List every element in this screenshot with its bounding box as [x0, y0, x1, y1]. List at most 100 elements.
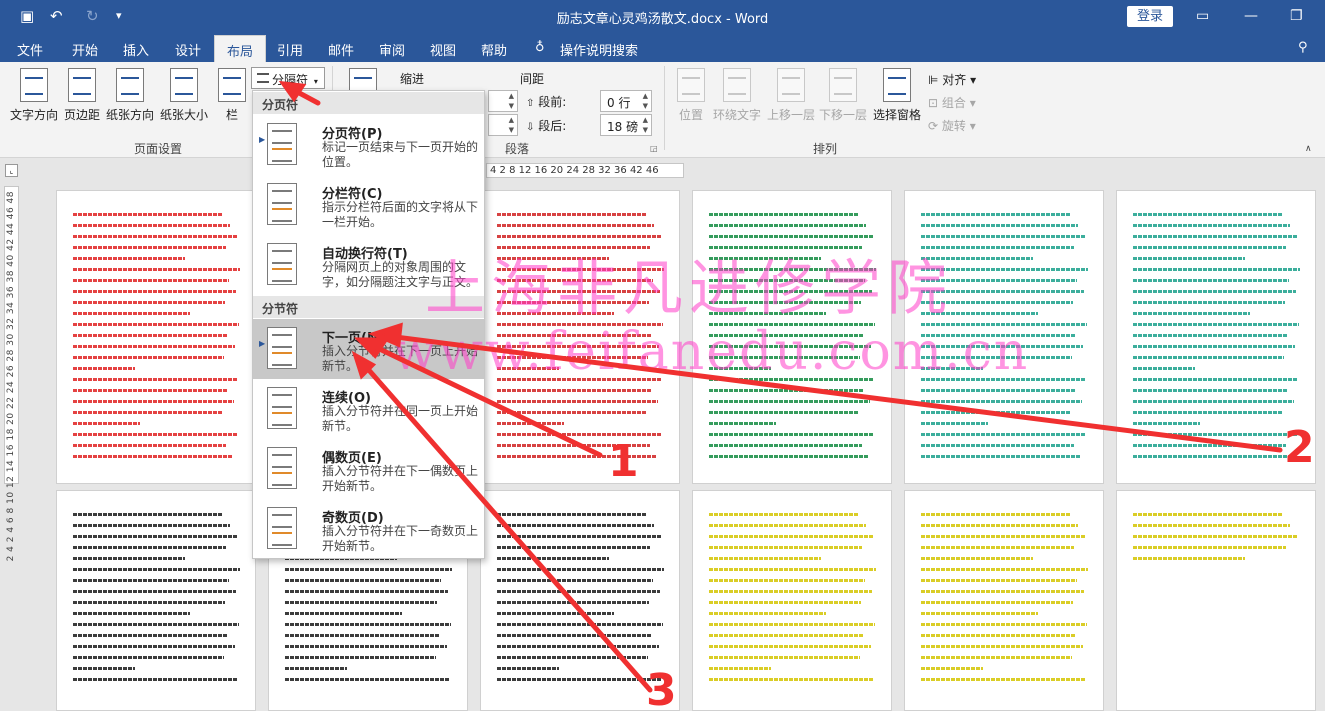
tab-help[interactable]: 帮助 [481, 40, 507, 59]
login-button[interactable]: 登录 [1127, 6, 1173, 27]
collapse-ribbon-icon[interactable]: ∧ [1305, 144, 1312, 154]
text-line [73, 601, 225, 604]
margins-icon [68, 68, 96, 102]
spacing-after-label: ⇩ 段后: [526, 119, 567, 133]
text-line [709, 235, 873, 238]
group-button[interactable]: ⊡ 组合 ▾ [928, 94, 976, 111]
tab-design[interactable]: 设计 [175, 40, 201, 59]
text-line [73, 678, 238, 681]
share-icon[interactable]: ⚲ [1298, 40, 1308, 55]
spacing-before-label: ⇧ 段前: [526, 95, 567, 109]
ribbon-layout: 文字方向 页边距 纸张方向 纸张大小 栏 分隔符 ▾ 页面设置 缩进 ▲ ▼ ▲ ▼… [0, 62, 1325, 158]
text-line [1133, 334, 1288, 337]
text-line [921, 389, 1075, 392]
next-page-icon [267, 327, 297, 369]
document-page[interactable] [692, 490, 892, 711]
document-page[interactable] [904, 490, 1104, 711]
selection-pane-button[interactable]: 选择窗格 [872, 68, 922, 123]
text-line [709, 513, 859, 516]
tab-selector-icon[interactable]: ⌞ [5, 164, 18, 177]
send-backward-button[interactable]: 下移一层 [818, 68, 868, 123]
wrap-text-button[interactable]: 环绕文字 [712, 68, 762, 123]
bring-forward-icon [777, 68, 805, 102]
text-line [709, 411, 859, 414]
tab-home[interactable]: 开始 [72, 40, 98, 59]
text-line [497, 612, 614, 615]
menu-item-odd-page[interactable]: 奇数页(D) 插入分节符并在下一奇数页上开始新节。 [253, 499, 484, 559]
tab-mailings[interactable]: 邮件 [328, 40, 354, 59]
text-line [285, 645, 447, 648]
text-line [921, 535, 1085, 538]
tab-insert[interactable]: 插入 [123, 40, 149, 59]
text-line [709, 444, 862, 447]
indent-label: 缩进 [400, 72, 425, 86]
text-line [497, 557, 609, 560]
restore-icon[interactable]: ❐ [1290, 8, 1303, 24]
tab-references[interactable]: 引用 [277, 40, 303, 59]
margins-button[interactable]: 页边距 [62, 68, 102, 123]
vertical-ruler[interactable]: 2 4 2 4 6 8 10 12 14 16 18 20 22 24 26 2… [4, 186, 19, 561]
document-page[interactable] [56, 490, 256, 711]
indent-right-spinner[interactable]: ▲ ▼ [488, 114, 518, 136]
text-line [1133, 279, 1289, 282]
align-button[interactable]: ⊫ 对齐 ▾ [928, 71, 976, 88]
align-icon: ⊫ [928, 73, 939, 87]
orientation-icon [116, 68, 144, 102]
spacing-before-input[interactable]: 0 行 ▲ ▼ [600, 90, 652, 112]
position-button[interactable]: 位置 [676, 68, 706, 123]
tell-me-search[interactable]: 操作说明搜索 [560, 40, 638, 59]
breaks-dropdown-button[interactable]: 分隔符 ▾ [251, 67, 325, 89]
text-line [1133, 213, 1283, 216]
text-line [709, 601, 861, 604]
bring-forward-button[interactable]: 上移一层 [766, 68, 816, 123]
menu-item-continuous[interactable]: 连续(O) 插入分节符并在同一页上开始新节。 [253, 379, 484, 439]
text-line [1133, 356, 1284, 359]
text-line [285, 568, 452, 571]
paragraph-dialog-launcher-icon[interactable]: ◲ [650, 144, 658, 153]
menu-item-even-page[interactable]: 偶数页(E) 插入分节符并在下一偶数页上开始新节。 [253, 439, 484, 499]
title-bar: ▣ ↶ ↻ ▾ 励志文章心灵鸡汤散文.docx - Word 登录 ▭ — ❐ [0, 0, 1325, 34]
text-line [1133, 246, 1286, 249]
text-line [709, 524, 866, 527]
text-line [921, 678, 1086, 681]
menu-item-column-break[interactable]: 分栏符(C) 指示分栏符后面的文字将从下一栏开始。 [253, 175, 484, 235]
tab-review[interactable]: 审阅 [379, 40, 405, 59]
text-line [497, 568, 664, 571]
ribbon-display-options-icon[interactable]: ▭ [1196, 8, 1209, 24]
text-line [1133, 557, 1245, 560]
text-wrapping-break-icon [267, 243, 297, 285]
selection-pane-icon [883, 68, 911, 102]
text-line [73, 513, 223, 516]
text-line [921, 455, 1081, 458]
text-line [1133, 224, 1290, 227]
text-line [73, 246, 226, 249]
tab-view[interactable]: 视图 [430, 40, 456, 59]
minimize-icon[interactable]: — [1244, 8, 1258, 24]
menu-item-page-break[interactable]: ▶ 分页符(P) 标记一页结束与下一页开始的位置。 [253, 115, 484, 175]
text-line [921, 411, 1071, 414]
indent-left-spinner[interactable]: ▲ ▼ [488, 90, 518, 112]
ribbon-tabs: 文件 开始 插入 设计 布局 引用 邮件 审阅 视图 帮助 ♁ 操作说明搜索 ⚲ [0, 34, 1325, 62]
horizontal-ruler[interactable]: 4 2 8 12 16 20 24 28 32 36 42 46 [486, 163, 684, 178]
document-page[interactable] [1116, 490, 1316, 711]
text-line [73, 400, 234, 403]
text-line [285, 667, 347, 670]
spacing-after-input[interactable]: 18 磅 ▲ ▼ [600, 114, 652, 136]
text-direction-button[interactable]: 文字方向 [8, 68, 60, 123]
rotate-button[interactable]: ⟳ 旋转 ▾ [928, 117, 976, 134]
text-line [921, 623, 1087, 626]
continuous-icon [267, 387, 297, 429]
position-icon [677, 68, 705, 102]
size-button[interactable]: 纸张大小 [158, 68, 210, 123]
columns-button[interactable]: 栏 [218, 68, 246, 123]
tab-file[interactable]: 文件 [17, 40, 43, 59]
text-line [1133, 455, 1293, 458]
tab-layout[interactable]: 布局 [214, 35, 267, 62]
text-line [73, 224, 230, 227]
document-page[interactable] [56, 190, 256, 484]
lightbulb-icon[interactable]: ♁ [535, 40, 545, 55]
orientation-button[interactable]: 纸张方向 [104, 68, 156, 123]
text-line [709, 590, 872, 593]
text-line [921, 634, 1076, 637]
text-line [921, 513, 1071, 516]
